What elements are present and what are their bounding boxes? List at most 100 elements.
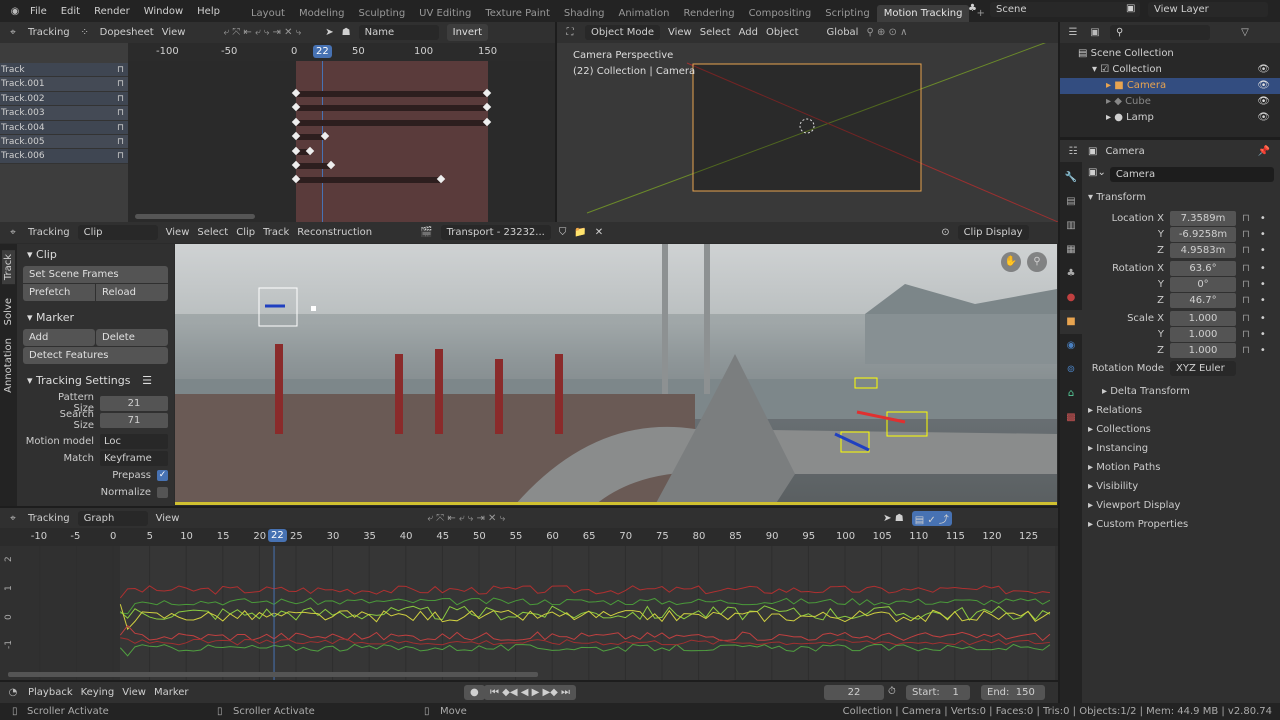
menu-edit[interactable]: Edit bbox=[61, 6, 80, 17]
keyframe-dot-icon[interactable]: • bbox=[1260, 263, 1266, 274]
graph-ruler[interactable]: -10 -5 0 5 10 15 20 22 25 30 35 40 45 50 55 60 65 70 75 80 8… bbox=[0, 528, 1058, 546]
rotation-y-field[interactable]: 0° bbox=[1170, 277, 1236, 292]
track-list-item[interactable]: Track.006 ⊓ bbox=[0, 149, 128, 164]
object-type-icon[interactable]: ▣⌄ bbox=[1088, 167, 1106, 182]
tab-modeling[interactable]: Modeling bbox=[292, 5, 352, 22]
keying-menu[interactable]: Keying bbox=[81, 687, 115, 698]
lock-icon[interactable]: ⊓ bbox=[1242, 229, 1250, 240]
set-scene-frames-button[interactable]: Set Scene Frames bbox=[23, 266, 168, 283]
panel-relations[interactable]: ▸ Relations bbox=[1080, 401, 1274, 420]
material-tab-icon[interactable]: ▩ bbox=[1060, 406, 1082, 430]
3d-viewport[interactable]: ⛶ Object Mode View Select Add Object Glo… bbox=[557, 22, 1058, 222]
lock-icon[interactable]: ⊓ bbox=[117, 92, 124, 105]
presets-list-icon[interactable]: ☰ bbox=[142, 374, 152, 387]
tool-tab-icon[interactable]: 🔧 bbox=[1060, 166, 1082, 190]
panel-custom-properties[interactable]: ▸ Custom Properties bbox=[1080, 515, 1274, 534]
view-menu[interactable]: View bbox=[162, 27, 186, 38]
pattern-size-field[interactable]: 21 bbox=[100, 395, 168, 411]
current-frame-indicator[interactable]: 22 bbox=[268, 529, 287, 542]
tracking-mode-dropdown[interactable]: Tracking bbox=[28, 227, 70, 238]
track-tools-icons[interactable]: ⤶ ⤧ ⇤ ⤶ ⤷ ⇥ ✕ ⤷ bbox=[427, 513, 505, 524]
lock-icon[interactable]: ⊓ bbox=[117, 63, 124, 76]
camera-frame[interactable] bbox=[692, 63, 922, 192]
rotation-z-field[interactable]: 46.7° bbox=[1170, 293, 1236, 308]
filter-icon[interactable]: ▽ bbox=[1238, 27, 1252, 38]
panel-collections[interactable]: ▸ Collections bbox=[1080, 420, 1274, 439]
clip-footage[interactable]: ✋ ⚲ bbox=[175, 244, 1057, 505]
tracking-settings-header[interactable]: ▾ Tracking Settings ☰ bbox=[17, 370, 174, 390]
tab-scripting[interactable]: Scripting bbox=[818, 5, 876, 22]
keyframe-dot-icon[interactable]: • bbox=[1260, 295, 1266, 306]
track-tools-icons[interactable]: ⤶ ⤧ ⇤ ⤶ ⤷ ⇥ ✕ ⤷ bbox=[223, 27, 301, 38]
tab-uv-editing[interactable]: UV Editing bbox=[412, 5, 478, 22]
lock-icon[interactable]: ⊓ bbox=[117, 135, 124, 148]
menu-add[interactable]: Add bbox=[739, 27, 758, 38]
keyframe-dot-icon[interactable]: • bbox=[1260, 245, 1266, 256]
scale-z-field[interactable]: 1.000 bbox=[1170, 343, 1236, 358]
editor-type-icon[interactable]: ⌖ bbox=[6, 513, 20, 524]
horizontal-scrollbar[interactable] bbox=[8, 672, 538, 677]
panel-motion-paths[interactable]: ▸ Motion Paths bbox=[1080, 458, 1274, 477]
open-folder-icon[interactable]: 📁 bbox=[574, 227, 586, 238]
playhead[interactable] bbox=[322, 61, 323, 222]
track-list-item[interactable]: Track.003 ⊓ bbox=[0, 106, 128, 121]
lock-icon[interactable]: ⊓ bbox=[1242, 295, 1250, 306]
panel-delta-transform[interactable]: ▸ Delta Transform bbox=[1080, 382, 1274, 401]
eye-icon[interactable]: 👁 bbox=[1257, 62, 1270, 78]
ghost-icon[interactable]: ☗ bbox=[342, 27, 351, 38]
select-arrow-icon[interactable]: ➤ bbox=[325, 27, 333, 38]
panel-instancing[interactable]: ▸ Instancing bbox=[1080, 439, 1274, 458]
transform-panel-header[interactable]: ▾ Transform bbox=[1088, 188, 1274, 207]
motion-model-dropdown[interactable]: Loc bbox=[100, 433, 168, 449]
lock-icon[interactable]: ⊓ bbox=[1242, 213, 1250, 224]
output-tab-icon[interactable]: ▥ bbox=[1060, 214, 1082, 238]
tab-solve[interactable]: Solve bbox=[2, 294, 15, 329]
rotation-x-field[interactable]: 63.6° bbox=[1170, 261, 1236, 276]
track-list-item[interactable]: Track.004 ⊓ bbox=[0, 120, 128, 135]
tracking-mode-dropdown[interactable]: Tracking bbox=[28, 513, 70, 524]
render-tab-icon[interactable]: ▤ bbox=[1060, 190, 1082, 214]
marker-menu[interactable]: Marker bbox=[154, 687, 189, 698]
menu-file[interactable]: File bbox=[30, 6, 47, 17]
dopesheet-ruler[interactable]: -100 -50 0 22 50 100 150 bbox=[128, 43, 555, 61]
menu-track[interactable]: Track bbox=[263, 227, 289, 238]
track-list-item[interactable]: Track.002 ⊓ bbox=[0, 91, 128, 107]
stopwatch-icon[interactable]: ⏱ bbox=[888, 686, 896, 697]
orientation-dropdown[interactable]: Global bbox=[827, 27, 859, 38]
clip-display-dropdown[interactable]: Clip Display bbox=[957, 225, 1029, 240]
keyframe-dot-icon[interactable]: • bbox=[1260, 313, 1266, 324]
clip-selector[interactable]: Transport - 23232... bbox=[440, 225, 551, 240]
marker-search-handle[interactable] bbox=[311, 306, 316, 311]
clip-icon[interactable]: 🎬 bbox=[420, 227, 432, 238]
menu-select[interactable]: Select bbox=[197, 227, 228, 238]
view-menu[interactable]: View bbox=[122, 687, 146, 698]
lock-icon[interactable]: ⊓ bbox=[1242, 279, 1250, 290]
pivot-icon[interactable]: ⊙ bbox=[941, 227, 949, 238]
current-frame-field[interactable]: 22 bbox=[824, 685, 884, 700]
tab-motion-tracking[interactable]: Motion Tracking bbox=[876, 5, 970, 22]
marker-panel-header[interactable]: ▾ Marker bbox=[17, 307, 174, 327]
object-tab-icon[interactable]: ■ bbox=[1060, 310, 1082, 334]
scale-x-field[interactable]: 1.000 bbox=[1170, 311, 1236, 326]
lock-icon[interactable]: ⊓ bbox=[117, 149, 124, 162]
outliner-item-cube[interactable]: ▸ ◆ Cube 👁 bbox=[1078, 94, 1280, 110]
track-list-item[interactable]: Track.001 ⊓ bbox=[0, 77, 128, 92]
graph-view-dropdown[interactable]: Graph bbox=[77, 510, 148, 526]
select-arrow-icon[interactable]: ➤ ☗ bbox=[883, 513, 904, 524]
invert-toggle[interactable]: Invert bbox=[446, 24, 489, 41]
keyframe-dot-icon[interactable]: • bbox=[1260, 345, 1266, 356]
tab-compositing[interactable]: Compositing bbox=[742, 5, 819, 22]
location-x-field[interactable]: 7.3589m bbox=[1170, 211, 1236, 226]
scene-icon[interactable]: ♣ bbox=[968, 3, 977, 14]
object-mode-dropdown[interactable]: Object Mode bbox=[585, 25, 660, 40]
graph-display-toggles[interactable]: ▤ ✓ ⤴ bbox=[911, 510, 952, 526]
lock-icon[interactable]: ⊓ bbox=[1242, 263, 1250, 274]
menu-object[interactable]: Object bbox=[766, 27, 799, 38]
panel-viewport-display[interactable]: ▸ Viewport Display bbox=[1080, 496, 1274, 515]
lock-icon[interactable]: ⊓ bbox=[1242, 345, 1250, 356]
delete-marker-button[interactable]: Delete bbox=[96, 329, 168, 346]
view-layer-tab-icon[interactable]: ▦ bbox=[1060, 238, 1082, 262]
keyframe-dot-icon[interactable]: • bbox=[1260, 329, 1266, 340]
editor-type-icon[interactable]: ◔ bbox=[6, 687, 20, 698]
editor-type-icon[interactable]: ⛶ bbox=[563, 27, 577, 38]
